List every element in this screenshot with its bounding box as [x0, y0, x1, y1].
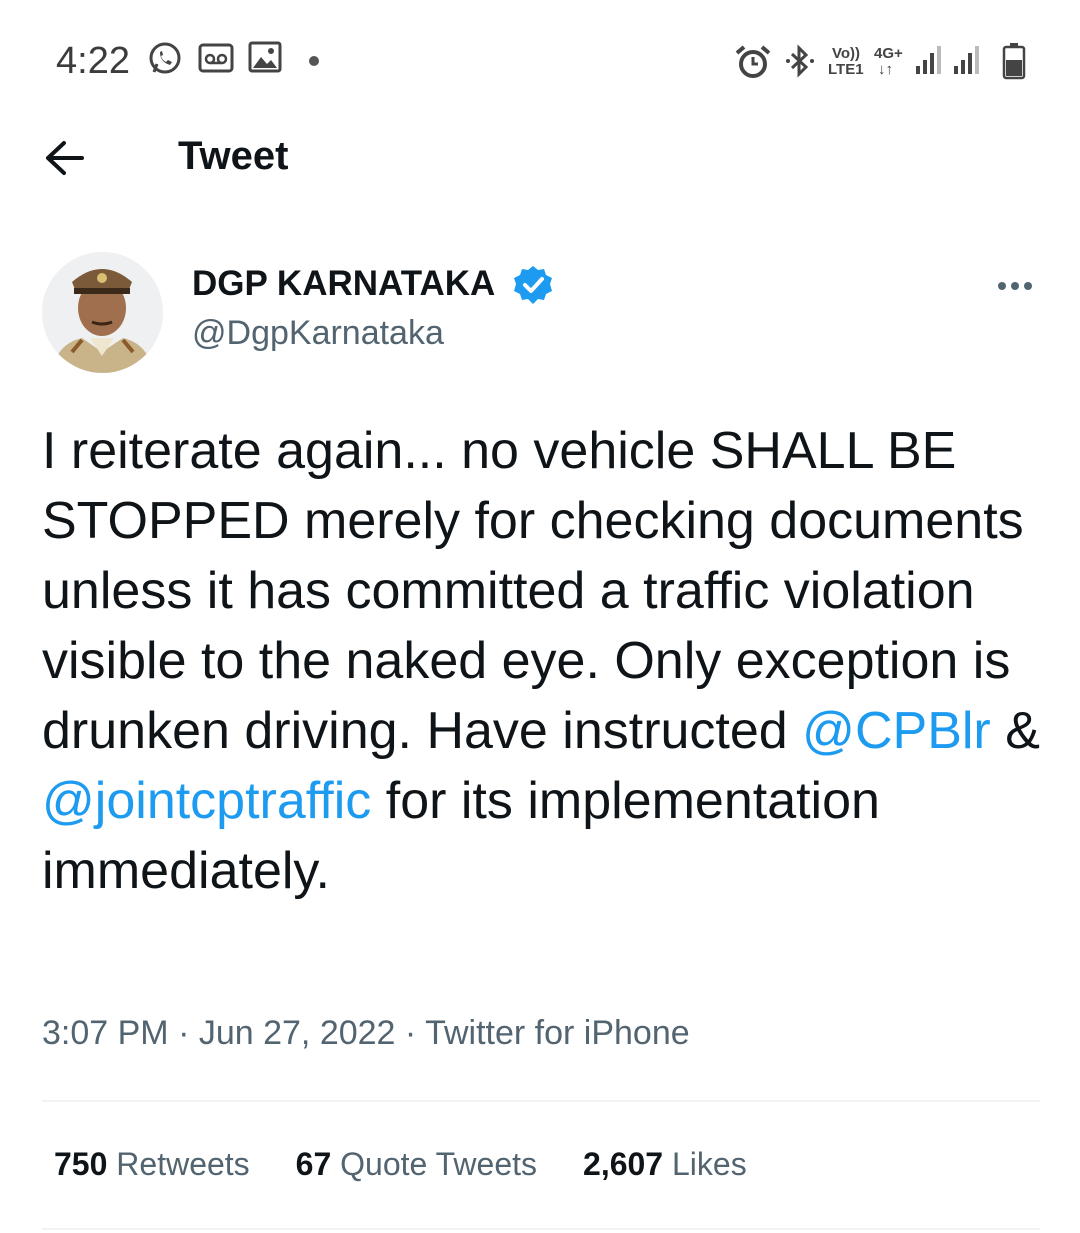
back-button[interactable]: [36, 130, 96, 186]
likes-label: Likes: [671, 1146, 747, 1182]
network-type-top: 4G+: [874, 45, 903, 62]
retweets-stat[interactable]: 750 Retweets: [54, 1146, 250, 1182]
meta-separator: ·: [395, 1014, 426, 1052]
divider: [42, 1228, 1040, 1230]
whatsapp-icon: [146, 40, 184, 83]
likes-stat[interactable]: 2,607 Likes: [583, 1146, 747, 1182]
retweets-label: Retweets: [116, 1146, 250, 1182]
quote-tweets-label: Quote Tweets: [340, 1146, 538, 1182]
status-bar: 4:22 Vo)) LTE1 4G+ ↓↑: [0, 0, 1080, 120]
divider: [42, 1100, 1040, 1102]
gallery-icon: [248, 40, 282, 79]
engagement-stats: 750 Retweets 67 Quote Tweets 2,607 Likes: [54, 1146, 793, 1183]
alarm-icon: [734, 44, 772, 85]
quote-tweets-stat[interactable]: 67 Quote Tweets: [296, 1146, 537, 1182]
tweet-date[interactable]: Jun 27, 2022: [199, 1014, 396, 1052]
tweet-time[interactable]: 3:07 PM: [42, 1014, 169, 1052]
mention-link[interactable]: @jointcptraffic: [42, 772, 371, 830]
likes-count: 2,607: [583, 1146, 664, 1182]
retweets-count: 750: [54, 1146, 108, 1182]
notification-dot: [309, 56, 319, 66]
arrow-left-icon: [36, 141, 96, 190]
network-type-bottom: ↓↑: [878, 61, 893, 78]
status-time: 4:22: [56, 40, 130, 82]
page-title: Tweet: [178, 134, 289, 178]
meta-separator: ·: [168, 1014, 199, 1052]
avatar[interactable]: [42, 252, 163, 373]
volte-indicator-bottom: LTE1: [828, 61, 864, 78]
tweet-source[interactable]: Twitter for iPhone: [425, 1014, 690, 1052]
more-options-button[interactable]: [990, 270, 1040, 300]
tweet-text-part: &: [990, 702, 1040, 760]
mention-link[interactable]: @CPBlr: [802, 702, 991, 760]
tweet-text: I reiterate again... no vehicle SHALL BE…: [42, 416, 1052, 906]
voicemail-icon: [198, 40, 234, 81]
signal-icon: [952, 44, 982, 81]
verified-badge-icon: [512, 264, 554, 306]
more-dots-icon: [990, 282, 1040, 304]
battery-icon: [1002, 42, 1026, 85]
signal-icon: [914, 44, 944, 81]
quote-tweets-count: 67: [295, 1146, 332, 1182]
tweet-meta: 3:07 PM · Jun 27, 2022 · Twitter for iPh…: [42, 1014, 690, 1053]
volte-indicator-top: Vo)): [832, 45, 861, 62]
author-name[interactable]: DGP KARNATAKA: [192, 264, 495, 304]
bluetooth-icon: [784, 44, 816, 83]
author-handle[interactable]: @DgpKarnataka: [192, 314, 444, 353]
